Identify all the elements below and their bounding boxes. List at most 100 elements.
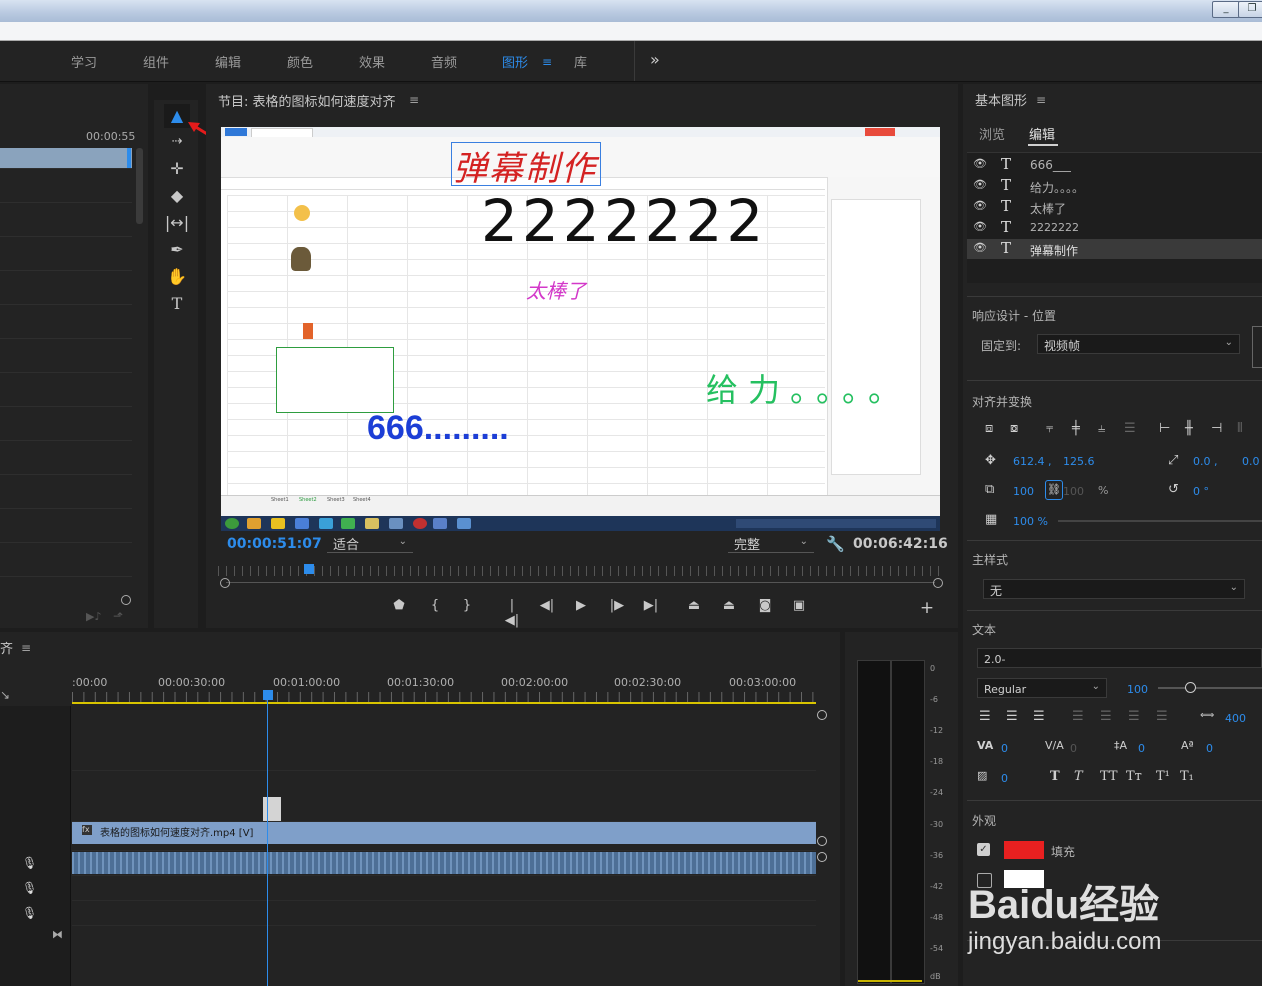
pin-dropdown[interactable]: 视频帧 ⌄ xyxy=(1037,334,1240,354)
position-y[interactable]: 125.6 xyxy=(1063,455,1095,468)
overwrite-icon[interactable]: ⬏ xyxy=(113,609,123,623)
tab-browse[interactable]: 浏览 xyxy=(979,124,1005,143)
workspace-overflow-button[interactable]: » xyxy=(650,50,660,69)
layer-number[interactable]: 👁 T 2222222 xyxy=(967,218,1262,238)
tracking-value[interactable]: 400 xyxy=(1225,712,1246,725)
align-left-icon[interactable]: ⊢ xyxy=(1159,421,1170,436)
zoom-handle-right[interactable] xyxy=(933,578,943,588)
layer-power[interactable]: 👁 T 给力。。。。 xyxy=(967,176,1262,196)
track-scroll-end-2[interactable] xyxy=(817,836,827,846)
extract-icon[interactable]: ⏏ xyxy=(720,598,738,613)
pin-widget[interactable] xyxy=(1252,326,1262,368)
anchor-y[interactable]: 0.0 xyxy=(1242,455,1260,468)
tab-libraries[interactable]: 库 xyxy=(574,52,587,71)
scale-width[interactable]: 100 xyxy=(1063,485,1084,498)
666-text[interactable]: 666......... xyxy=(367,409,509,448)
tab-assembly[interactable]: 组件 xyxy=(143,52,169,71)
layer-great[interactable]: 👁 T 太棒了 xyxy=(967,197,1262,217)
eye-icon[interactable]: 👁 xyxy=(973,220,987,233)
compare-icon[interactable]: ▣ xyxy=(790,598,808,613)
insert-icon[interactable]: ▶♪ xyxy=(86,610,101,623)
program-ruler[interactable] xyxy=(218,566,940,576)
align-hcenter-icon[interactable]: ╫ xyxy=(1185,421,1193,436)
timeline-menu-icon[interactable]: ≡ xyxy=(21,641,31,655)
align-vcenter-icon[interactable]: ╪ xyxy=(1072,421,1080,436)
justify-all-icon[interactable]: ☰ xyxy=(1156,709,1168,724)
tracking2-value[interactable]: 0 xyxy=(1070,742,1077,755)
font-size-slider-handle[interactable] xyxy=(1185,682,1196,693)
faux-bold-icon[interactable]: T xyxy=(1050,769,1060,784)
eye-icon[interactable]: 👁 xyxy=(973,199,987,212)
scale-value[interactable]: 100 xyxy=(1013,485,1034,498)
tab-editing[interactable]: 编辑 xyxy=(215,52,241,71)
timeline-ruler[interactable] xyxy=(72,692,816,702)
justify-right-icon[interactable]: ☰ xyxy=(1128,709,1140,724)
mic-icon-a2[interactable]: 🎙 xyxy=(22,881,37,895)
mark-out-icon[interactable]: } xyxy=(458,598,476,613)
fill-checkbox[interactable]: ✓ xyxy=(977,843,990,856)
timeline-wrench-icon[interactable]: ↘ xyxy=(0,688,10,702)
leading-value[interactable]: 0 xyxy=(1138,742,1145,755)
source-scrollbar[interactable] xyxy=(136,148,143,224)
fill-color-swatch[interactable] xyxy=(1004,841,1044,859)
step-forward-icon[interactable]: |▶ xyxy=(608,598,626,613)
mic-icon-a1[interactable]: 🎙 xyxy=(22,856,37,870)
program-playhead[interactable] xyxy=(304,564,314,574)
power-text[interactable]: 给力。。。。 xyxy=(706,365,910,411)
kerning-value[interactable]: 0 xyxy=(1001,742,1008,755)
tab-learn[interactable]: 学习 xyxy=(71,52,97,71)
program-menu-icon[interactable]: ≡ xyxy=(409,93,419,107)
export-frame-icon[interactable]: ◙ xyxy=(756,598,774,613)
ripple-edit-tool-icon[interactable]: ✛ xyxy=(164,157,190,181)
font-size-slider[interactable] xyxy=(1158,687,1262,689)
align-text-left-icon[interactable]: ☰ xyxy=(979,709,991,724)
master-track-icon[interactable]: ⧓ xyxy=(52,928,63,941)
type-tool-icon[interactable]: T xyxy=(164,292,190,316)
tsume-value[interactable]: 0 xyxy=(1001,772,1008,785)
eye-icon[interactable]: 👁 xyxy=(973,178,987,191)
eye-icon[interactable]: 👁 xyxy=(973,157,987,170)
maximize-button[interactable]: ❐ xyxy=(1238,1,1262,18)
razor-tool-icon[interactable]: ◆ xyxy=(164,184,190,208)
mark-in-icon[interactable]: { xyxy=(426,598,444,613)
zoom-handle-left[interactable] xyxy=(220,578,230,588)
distribute-h-icon[interactable]: ⦀ xyxy=(1237,421,1243,436)
rotation-value[interactable]: 0 ° xyxy=(1193,485,1209,498)
small-caps-icon[interactable]: Tт xyxy=(1126,769,1142,784)
program-zoom-bar[interactable] xyxy=(226,582,935,583)
minimize-button[interactable]: _ xyxy=(1212,1,1240,18)
title-text[interactable]: 弹幕制作 xyxy=(453,141,597,190)
wrench-icon[interactable]: 🔧 xyxy=(826,535,845,553)
mic-icon-a3[interactable]: 🎙 xyxy=(22,906,37,920)
superscript-icon[interactable]: T¹ xyxy=(1156,769,1170,784)
tab-edit[interactable]: 编辑 xyxy=(1029,124,1055,143)
tab-graphics[interactable]: 图形 xyxy=(502,52,528,71)
opacity-slider[interactable] xyxy=(1058,520,1262,522)
go-to-in-icon[interactable]: |◀| xyxy=(503,598,521,628)
position-x[interactable]: 612.4 , xyxy=(1013,455,1051,468)
timeline-playhead-head[interactable] xyxy=(263,690,273,700)
video-clip[interactable]: fx 表格的图标如何速度对齐.mp4 [V] xyxy=(72,822,816,844)
step-back-icon[interactable]: ◀| xyxy=(538,598,556,613)
audio-clip[interactable] xyxy=(72,852,816,874)
pen-tool-icon[interactable]: ✒ xyxy=(164,238,190,262)
track-scroll-end-3[interactable] xyxy=(817,852,827,862)
subscript-icon[interactable]: T₁ xyxy=(1180,769,1194,784)
go-to-out-icon[interactable]: ▶| xyxy=(642,598,660,613)
tab-audio[interactable]: 音频 xyxy=(431,52,457,71)
layer-title[interactable]: 👁 T 弹幕制作 xyxy=(967,239,1262,259)
source-hscroll-end[interactable] xyxy=(121,595,131,605)
baseline-value[interactable]: 0 xyxy=(1206,742,1213,755)
align-top-icon[interactable]: ⫧ xyxy=(1046,421,1053,436)
program-current-time[interactable]: 00:00:51:07 xyxy=(227,536,322,552)
graphics-menu-icon[interactable]: ≡ xyxy=(542,55,552,69)
tab-color[interactable]: 颜色 xyxy=(287,52,313,71)
align-frame-icon[interactable]: ⧈ xyxy=(985,421,993,436)
hand-tool-icon[interactable]: ✋ xyxy=(164,265,190,289)
align-text-right-icon[interactable]: ☰ xyxy=(1033,709,1045,724)
lift-icon[interactable]: ⏏ xyxy=(685,598,703,613)
font-size-value[interactable]: 100 xyxy=(1127,683,1148,696)
faux-italic-icon[interactable]: T xyxy=(1074,769,1083,784)
opacity-value[interactable]: 100 % xyxy=(1013,515,1048,528)
distribute-v-icon[interactable]: ☰ xyxy=(1124,421,1136,436)
